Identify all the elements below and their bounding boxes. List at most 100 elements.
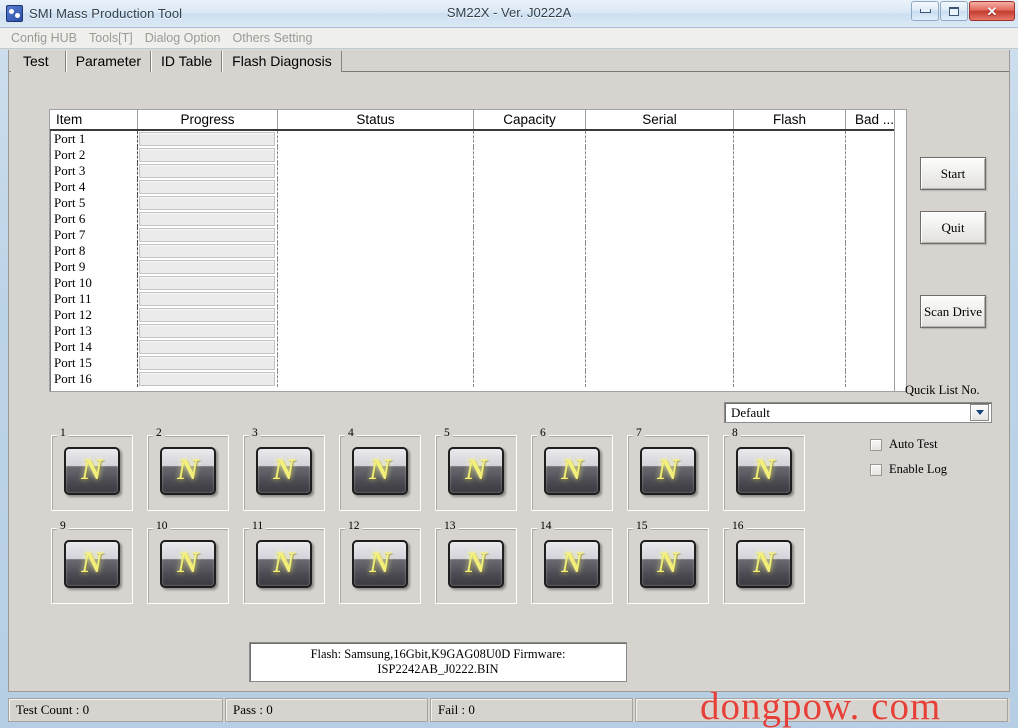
device-slot[interactable]: 7N <box>623 427 719 520</box>
tab-parameter[interactable]: Parameter <box>65 51 152 72</box>
table-row[interactable]: Port 4 <box>50 179 906 195</box>
table-row[interactable]: Port 13 <box>50 323 906 339</box>
table-row[interactable]: Port 5 <box>50 195 906 211</box>
cell-item: Port 9 <box>50 259 138 275</box>
table-row[interactable]: Port 14 <box>50 339 906 355</box>
table-row[interactable]: Port 1 <box>50 131 906 147</box>
progress-bar-track <box>139 180 275 194</box>
device-slot-number: 11 <box>249 520 267 532</box>
column-header-item[interactable]: Item <box>50 110 138 129</box>
table-row[interactable]: Port 7 <box>50 227 906 243</box>
progress-bar <box>138 307 278 323</box>
drive-status-icon: N <box>160 447 216 495</box>
device-slot[interactable]: 6N <box>527 427 623 520</box>
cell-status <box>278 275 474 291</box>
menu-item-dialog-option[interactable]: Dialog Option <box>142 30 230 46</box>
device-slot-number: 16 <box>729 520 747 532</box>
quick-list-label: Qucik List No. <box>905 383 980 397</box>
table-row[interactable]: Port 16 <box>50 371 906 387</box>
device-slot[interactable]: 8N <box>719 427 815 520</box>
quick-list-value: Default <box>731 404 770 420</box>
drive-status-letter: N <box>177 453 199 486</box>
flash-info-line-2: ISP2242AB_J0222.BIN <box>377 662 499 676</box>
drive-status-letter: N <box>177 546 199 579</box>
menu-item-others-setting[interactable]: Others Setting <box>230 30 322 46</box>
menu-item-tools[interactable]: Tools[T] <box>86 30 142 46</box>
device-slot-row-1: 1N2N3N4N5N6N7N8N <box>47 427 847 520</box>
device-slot[interactable]: 3N <box>239 427 335 520</box>
drive-status-icon: N <box>160 540 216 588</box>
tab-flash-diagnosis[interactable]: Flash Diagnosis <box>222 51 342 72</box>
cell-capacity <box>474 227 586 243</box>
table-row[interactable]: Port 9 <box>50 259 906 275</box>
start-button[interactable]: Start <box>920 157 986 190</box>
cell-serial <box>586 371 734 387</box>
device-slot[interactable]: 12 N <box>335 520 431 613</box>
device-slot-number: 15 <box>633 520 651 532</box>
column-header-capacity[interactable]: Capacity <box>474 110 586 129</box>
progress-bar <box>138 355 278 371</box>
progress-bar-track <box>139 260 275 274</box>
table-row[interactable]: Port 3 <box>50 163 906 179</box>
chevron-down-icon[interactable] <box>970 404 989 421</box>
checkbox-icon[interactable] <box>870 463 882 476</box>
cell-capacity <box>474 259 586 275</box>
cell-capacity <box>474 339 586 355</box>
cell-serial <box>586 147 734 163</box>
cell-status <box>278 195 474 211</box>
minimize-button[interactable] <box>911 1 939 21</box>
enable-log-checkbox-row[interactable]: Enable Log <box>870 462 947 477</box>
device-slot[interactable]: 11 N <box>239 520 335 613</box>
table-row[interactable]: Port 2 <box>50 147 906 163</box>
auto-test-checkbox-row[interactable]: Auto Test <box>870 437 938 452</box>
drive-status-letter: N <box>369 453 391 486</box>
device-slot[interactable]: 2N <box>143 427 239 520</box>
progress-bar <box>138 211 278 227</box>
app-icon <box>6 5 23 22</box>
table-row[interactable]: Port 6 <box>50 211 906 227</box>
cell-item: Port 12 <box>50 307 138 323</box>
device-slot[interactable]: 13 N <box>431 520 527 613</box>
progress-bar-track <box>139 132 275 146</box>
menu-item-config-hub[interactable]: Config HUB <box>8 30 86 46</box>
cell-capacity <box>474 163 586 179</box>
cell-item: Port 2 <box>50 147 138 163</box>
device-slot-number: 5 <box>441 427 453 439</box>
device-slot[interactable]: 10 N <box>143 520 239 613</box>
cell-capacity <box>474 275 586 291</box>
device-slot[interactable]: 1N <box>47 427 143 520</box>
cell-serial <box>586 259 734 275</box>
drive-status-icon: N <box>64 447 120 495</box>
drive-status-icon: N <box>640 540 696 588</box>
column-header-serial[interactable]: Serial <box>586 110 734 129</box>
progress-bar-track <box>139 164 275 178</box>
device-slot[interactable]: 16 N <box>719 520 815 613</box>
table-row[interactable]: Port 8 <box>50 243 906 259</box>
drive-status-icon: N <box>256 447 312 495</box>
device-slot[interactable]: 9N <box>47 520 143 613</box>
device-slot[interactable]: 14 N <box>527 520 623 613</box>
table-row[interactable]: Port 11 <box>50 291 906 307</box>
drive-status-icon: N <box>544 540 600 588</box>
maximize-button[interactable] <box>940 1 968 21</box>
application-window: SMI Mass Production Tool SM22X - Ver. J0… <box>0 0 1018 728</box>
device-slot[interactable]: 5N <box>431 427 527 520</box>
close-button[interactable]: ✕ <box>969 1 1015 21</box>
scan-drive-button[interactable]: Scan Drive <box>920 295 986 328</box>
table-row[interactable]: Port 15 <box>50 355 906 371</box>
table-row[interactable]: Port 12 <box>50 307 906 323</box>
table-row[interactable]: Port 10 <box>50 275 906 291</box>
drive-status-icon: N <box>544 447 600 495</box>
drive-status-icon: N <box>448 447 504 495</box>
column-header-status[interactable]: Status <box>278 110 474 129</box>
device-slot-number: 8 <box>729 427 741 439</box>
tab-test[interactable]: Test <box>11 51 66 72</box>
column-header-progress[interactable]: Progress <box>138 110 278 129</box>
device-slot[interactable]: 15 N <box>623 520 719 613</box>
checkbox-icon[interactable] <box>870 438 882 451</box>
quick-list-select[interactable]: Default <box>724 402 992 423</box>
device-slot[interactable]: 4N <box>335 427 431 520</box>
tab-id-table[interactable]: ID Table <box>151 51 223 72</box>
quit-button[interactable]: Quit <box>920 211 986 244</box>
column-header-flash[interactable]: Flash <box>734 110 846 129</box>
